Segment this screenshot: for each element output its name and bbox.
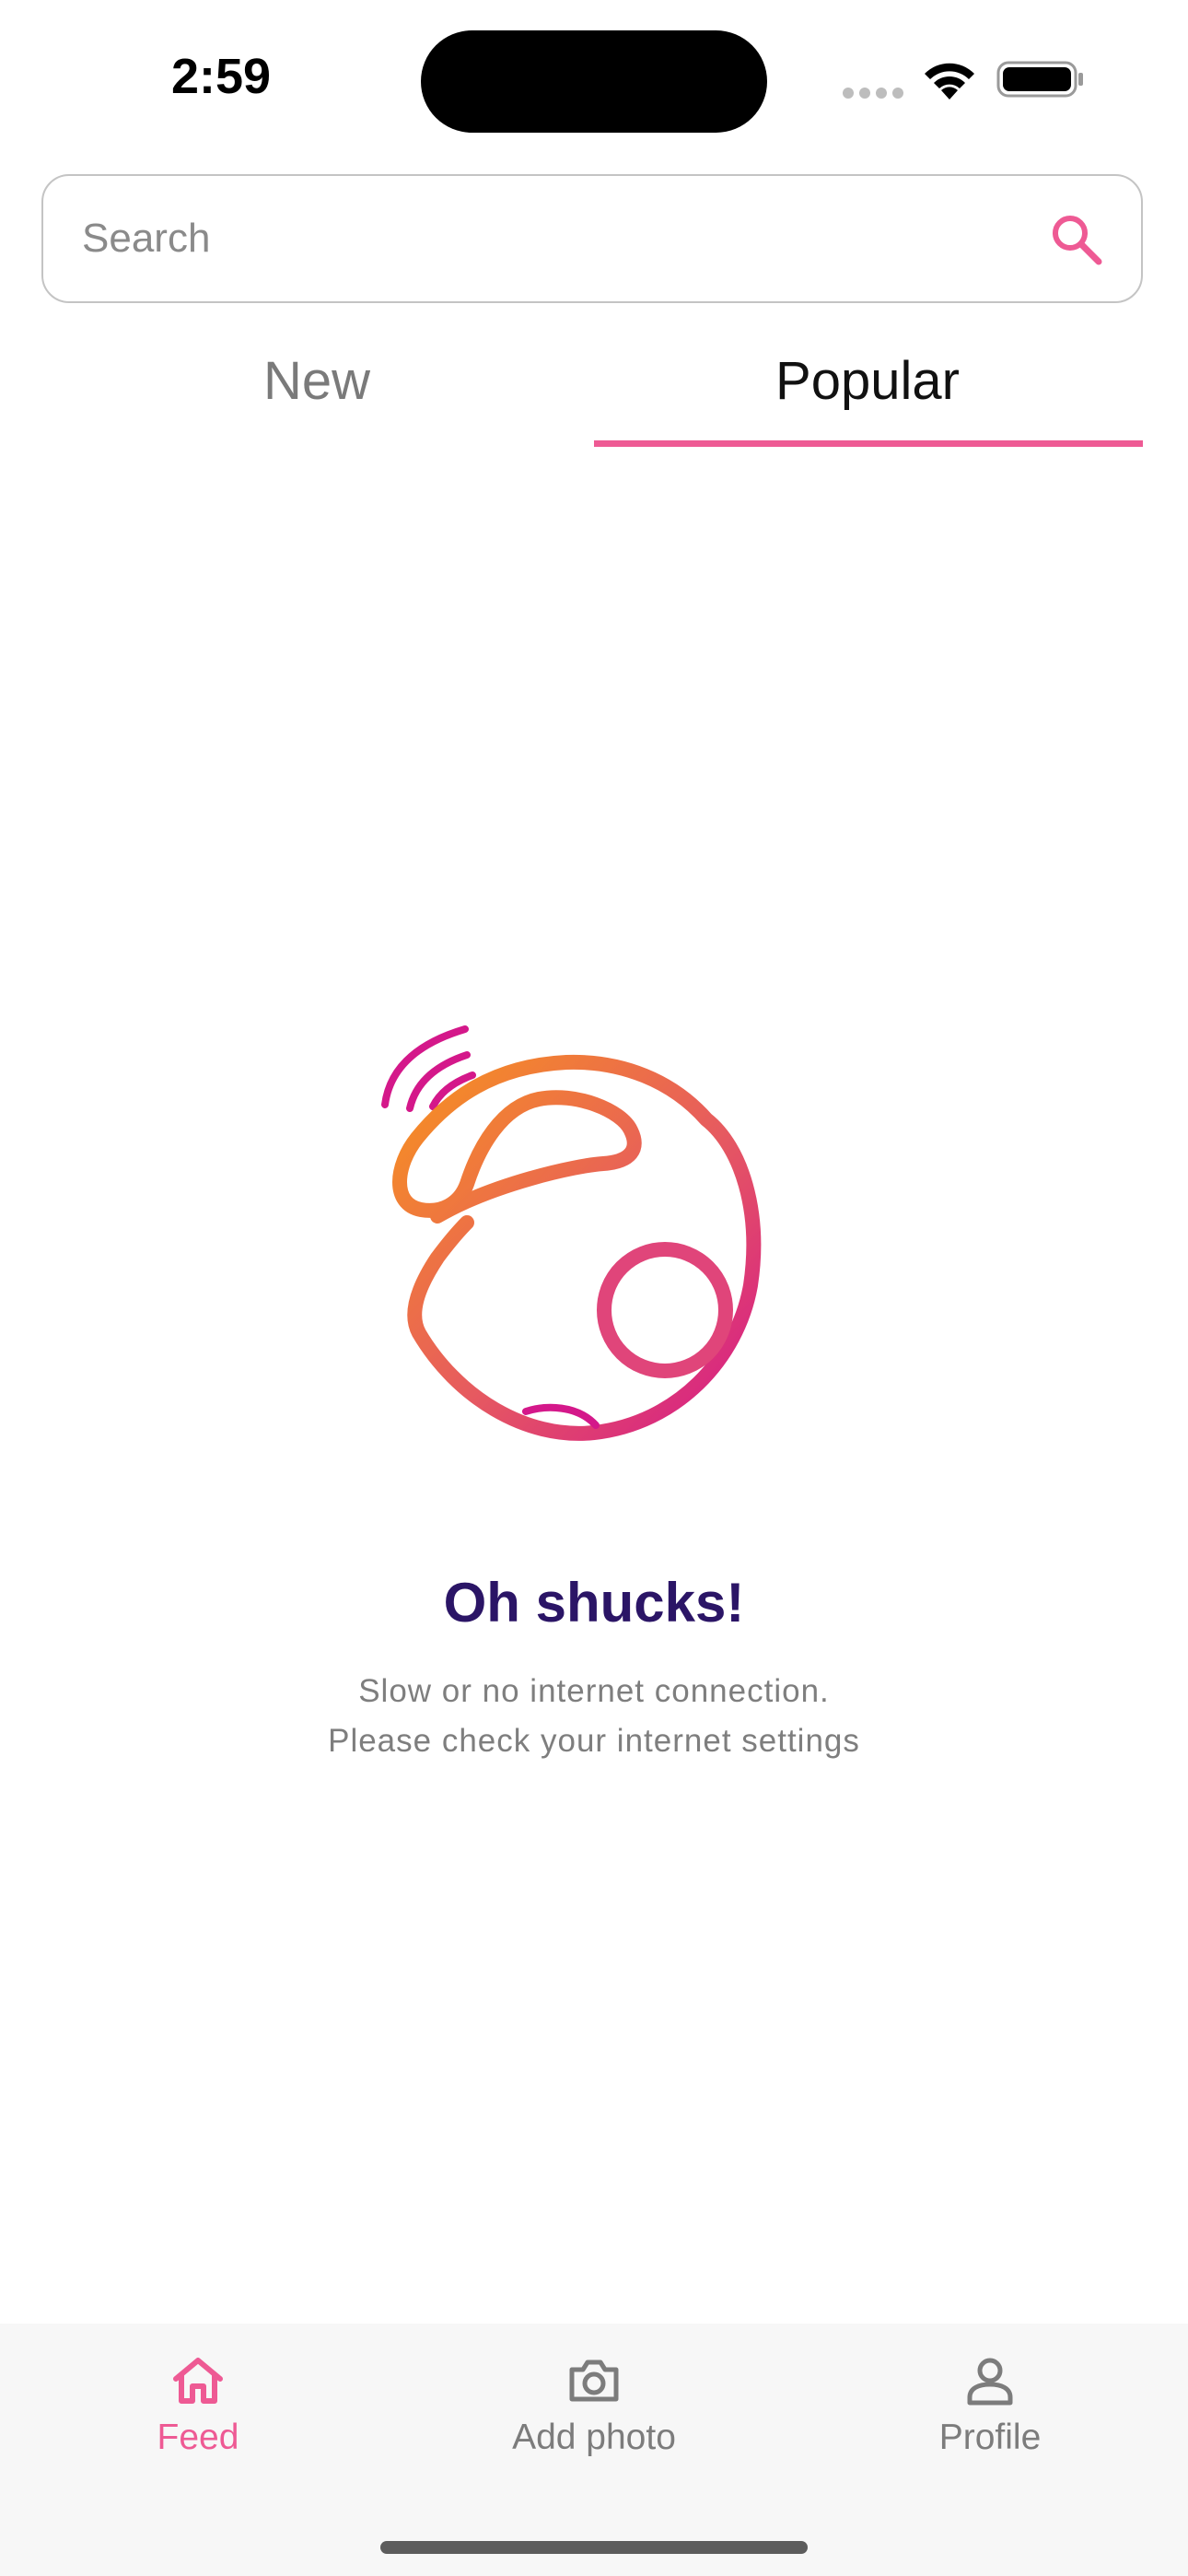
status-bar: 2:59 (0, 0, 1188, 161)
tab-new[interactable]: New (41, 322, 592, 451)
person-icon (967, 2358, 1013, 2406)
feed-tabs: New Popular (41, 322, 1143, 451)
tab-selected-indicator (594, 440, 1143, 447)
search-input[interactable] (82, 176, 1003, 301)
bottom-navigation: Feed Add photo Profile (0, 2324, 1188, 2576)
home-indicator[interactable] (380, 2541, 808, 2554)
battery-icon (996, 61, 1083, 98)
search-bar[interactable] (41, 174, 1143, 303)
camera-icon (569, 2359, 619, 2402)
empty-state-title: Oh shucks! (443, 1572, 745, 1633)
nav-item-add-photo[interactable]: Add photo (396, 2324, 792, 2508)
home-icon (173, 2358, 223, 2404)
cellular-signal-icon (843, 88, 903, 99)
empty-state-message-line-2: Please check your internet settings (328, 1723, 860, 1759)
status-time: 2:59 (170, 49, 272, 104)
search-icon[interactable] (1050, 213, 1103, 266)
empty-state-message-line-1: Slow or no internet connection. (358, 1673, 830, 1709)
nav-label-profile: Profile (938, 2418, 1042, 2457)
nav-item-profile[interactable]: Profile (792, 2324, 1188, 2508)
nav-label-feed: Feed (157, 2418, 239, 2457)
tab-popular[interactable]: Popular (592, 322, 1143, 451)
nav-label-add-photo: Add photo (512, 2418, 676, 2457)
dynamic-island (421, 30, 767, 133)
no-connection-illustration (381, 1025, 762, 1441)
nav-item-feed[interactable]: Feed (0, 2324, 396, 2508)
wifi-icon (925, 63, 974, 100)
